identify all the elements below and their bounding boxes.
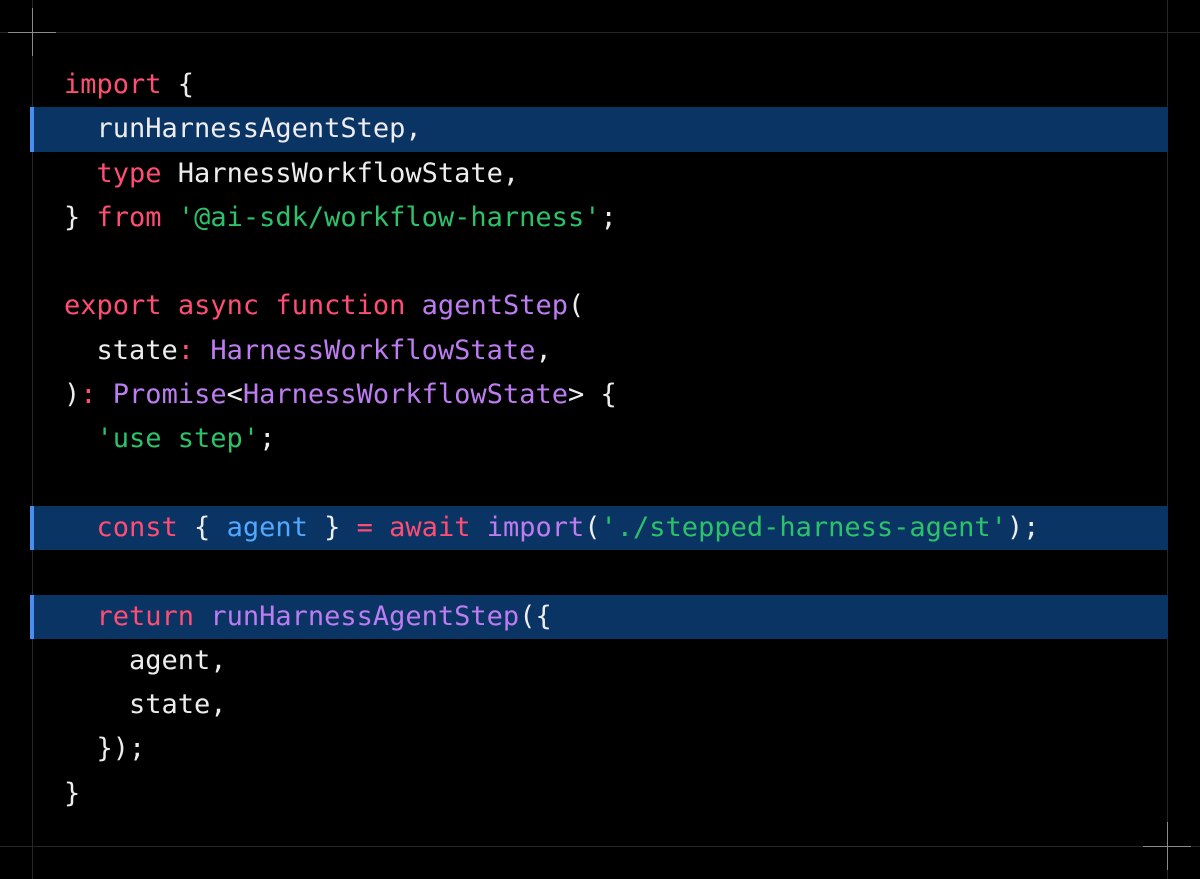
- code-token-plain: {: [177, 511, 227, 543]
- code-token-plain: > {: [567, 379, 617, 411]
- code-token-plain: state,: [64, 689, 227, 721]
- code-line: agent,: [30, 639, 1168, 683]
- code-token-keyword: function: [275, 290, 406, 322]
- code-token-plain: state: [64, 334, 178, 366]
- code-line: }: [30, 772, 1168, 816]
- code-token-plain: }: [307, 511, 357, 543]
- code-token-function: runHarnessAgentStep: [210, 600, 520, 632]
- code-token-plain: ,: [535, 334, 552, 366]
- code-token-plain: ): [64, 379, 81, 411]
- code-token-type: Promise: [112, 379, 227, 411]
- code-token-keyword: type: [96, 157, 162, 189]
- code-token-type: HarnessWorkflowState: [210, 334, 536, 366]
- code-token-plain: }: [64, 201, 97, 233]
- code-token-plain: {: [161, 69, 195, 100]
- code-token-type: HarnessWorkflowState: [242, 379, 568, 411]
- guide-line-bottom: [0, 846, 1200, 847]
- code-line: import {: [30, 63, 1168, 107]
- code-token-keyword: from: [96, 201, 162, 233]
- code-token-keyword: async: [177, 290, 260, 322]
- code-token-keyword: :: [80, 379, 97, 411]
- code-line: type HarnessWorkflowState,: [30, 152, 1168, 196]
- code-token-keyword: =: [356, 511, 373, 543]
- code-token-plain: ;: [259, 423, 276, 455]
- code-token-plain: );: [1006, 511, 1040, 543]
- highlighted-code-line: const { agent } = await import('./steppe…: [30, 505, 1168, 551]
- code-token-keyword: await: [389, 511, 471, 543]
- code-line: 'use step';: [30, 417, 1168, 461]
- highlighted-code-line: return runHarnessAgentStep({: [30, 594, 1168, 639]
- code-line: state: HarnessWorkflowState,: [30, 329, 1168, 373]
- code-line: });: [30, 727, 1168, 771]
- code-snippet-frame: import { runHarnessAgentStep, type Harne…: [0, 0, 1200, 879]
- code-token-plain: }: [64, 777, 81, 809]
- code-token-plain: (: [567, 290, 585, 322]
- code-token-keyword: import: [64, 69, 162, 100]
- code-token-plain: ;: [600, 201, 617, 233]
- code-token-variable: agent: [226, 511, 308, 543]
- code-line: } from '@ai-sdk/workflow-harness';: [30, 196, 1168, 240]
- code-token-string: '@ai-sdk/workflow-harness': [177, 201, 601, 233]
- code-line: export async function agentStep(: [30, 284, 1168, 328]
- highlighted-code-line: runHarnessAgentStep,: [30, 107, 1168, 152]
- code-token-plain: <: [226, 379, 243, 411]
- code-token-plain: runHarnessAgentStep,: [64, 113, 422, 145]
- code-token-string: './stepped-harness-agent': [600, 511, 1007, 543]
- code-token-keyword: return: [96, 600, 195, 632]
- code-token-function: import: [486, 511, 585, 543]
- code-token-keyword: :: [177, 334, 195, 366]
- code-token-plain: (: [584, 511, 601, 543]
- code-block: import { runHarnessAgentStep, type Harne…: [30, 63, 1168, 816]
- code-token-string: 'use step': [96, 423, 260, 455]
- code-token-keyword: const: [96, 511, 178, 543]
- guide-line-top: [0, 32, 1200, 33]
- code-token-plain: ({: [519, 600, 552, 632]
- code-token-keyword: export: [64, 290, 162, 322]
- code-token-plain: HarnessWorkflowState,: [161, 157, 520, 189]
- code-line: state,: [30, 683, 1168, 727]
- code-token-plain: });: [64, 733, 146, 765]
- code-token-plain: agent,: [64, 644, 227, 676]
- code-token-function: agentStep: [421, 290, 568, 322]
- code-line: ): Promise<HarnessWorkflowState> {: [30, 373, 1168, 417]
